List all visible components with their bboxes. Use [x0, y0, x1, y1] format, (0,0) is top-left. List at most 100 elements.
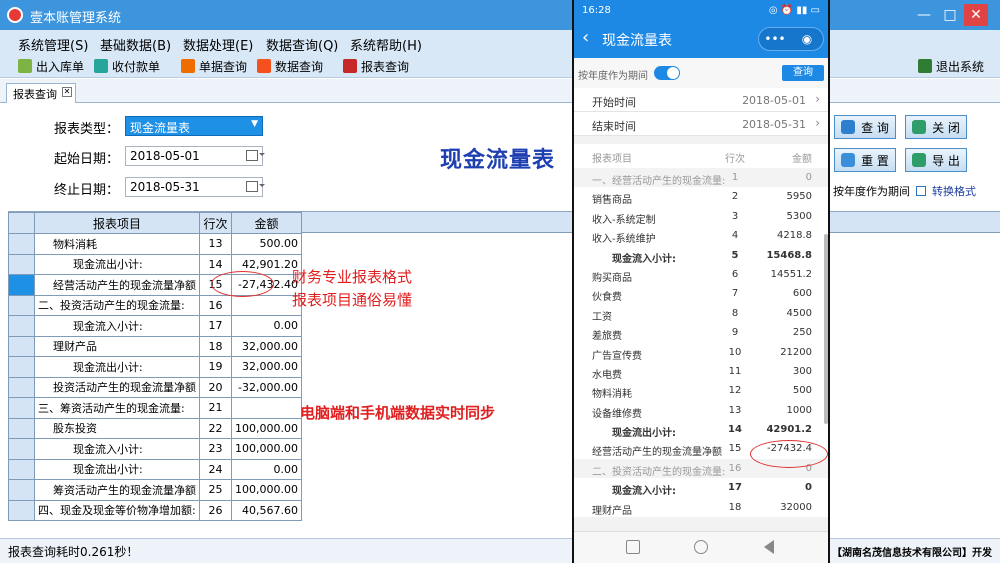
close-window-button[interactable]: ✕	[964, 4, 988, 26]
maximize-button[interactable]: □	[938, 4, 962, 26]
export-button[interactable]: 导 出	[905, 148, 967, 172]
cell-row-no[interactable]: 19	[199, 356, 232, 378]
menu-data-query[interactable]: 数据查询(Q)	[266, 35, 338, 54]
menu-help[interactable]: 系统帮助(H)	[350, 35, 422, 54]
end-date-picker[interactable]: 2018-05-31	[125, 177, 265, 197]
table-row[interactable]: 现金流入小计: 17 0.00	[8, 315, 302, 337]
table-row[interactable]: 现金流出小计: 14 42,901.20	[8, 253, 302, 275]
back-arrow-icon[interactable]: ‹	[582, 27, 589, 48]
cell-amount[interactable]: 500.00	[231, 233, 302, 255]
table-row[interactable]: 物料消耗 13 500.00	[8, 233, 302, 255]
cell-item[interactable]: 现金流入小计:	[34, 438, 200, 460]
minimize-button[interactable]: —	[912, 4, 936, 26]
phone-scrollbar[interactable]	[824, 234, 828, 424]
cell-item[interactable]: 投资活动产生的现金流量净额	[34, 376, 200, 398]
cell-row-no[interactable]: 24	[199, 458, 232, 480]
cell-item[interactable]: 四、现金及现金等价物净增加额:	[34, 499, 200, 521]
inout-order-button[interactable]: 出入库单	[18, 57, 84, 75]
back-icon[interactable]	[764, 540, 774, 554]
header-item[interactable]: 报表项目	[34, 212, 200, 234]
cell-amount[interactable]: 32,000.00	[231, 335, 302, 357]
phone-query-button[interactable]: 查询	[782, 65, 824, 81]
cell-item[interactable]: 理财产品	[34, 335, 200, 357]
table-row[interactable]: 理财产品 18 32,000.00	[8, 335, 302, 357]
cell-amount[interactable]: 32,000.00	[231, 356, 302, 378]
menu-basic-data[interactable]: 基础数据(B)	[100, 35, 171, 54]
home-icon[interactable]	[694, 540, 708, 554]
cell-row-no[interactable]: 17	[199, 315, 232, 337]
header-row-no[interactable]: 行次	[199, 212, 232, 234]
cell-item[interactable]: 物料消耗	[34, 233, 200, 255]
cell-item[interactable]: 现金流出小计:	[34, 253, 200, 275]
cell-item[interactable]: 筹资活动产生的现金流量净额	[34, 479, 200, 501]
cell-amount[interactable]	[231, 294, 302, 316]
phone-list-item[interactable]: 现金流入小计: 17 0	[574, 478, 828, 497]
cell-row-no[interactable]: 16	[199, 294, 232, 316]
cell-item[interactable]: 现金流出小计:	[34, 356, 200, 378]
cell-amount[interactable]: 40,567.60	[231, 499, 302, 521]
switch-format-label[interactable]: 转换格式	[932, 183, 976, 199]
cell-row-no[interactable]: 22	[199, 417, 232, 439]
phone-list-item[interactable]: 现金流出小计: 14 42901.2	[574, 420, 828, 439]
cell-amount[interactable]	[231, 397, 302, 419]
table-row[interactable]: 二、投资活动产生的现金流量: 16	[8, 294, 302, 316]
cell-row-no[interactable]: 23	[199, 438, 232, 460]
cell-row-no[interactable]: 25	[199, 479, 232, 501]
table-row[interactable]: 现金流出小计: 19 32,000.00	[8, 356, 302, 378]
calendar-icon[interactable]	[246, 181, 265, 192]
table-row[interactable]: 投资活动产生的现金流量净额 20 -32,000.00	[8, 376, 302, 398]
phone-list-item[interactable]: 设备维修费 13 1000	[574, 401, 828, 420]
table-row[interactable]: 三、筹资活动产生的现金流量: 21	[8, 397, 302, 419]
payment-order-button[interactable]: 收付款单	[94, 57, 160, 75]
report-type-select[interactable]: 现金流量表 ▼	[125, 116, 263, 136]
menu-data-processing[interactable]: 数据处理(E)	[183, 35, 253, 54]
reset-button[interactable]: 重 置	[834, 148, 896, 172]
year-toggle-switch[interactable]	[654, 66, 680, 80]
table-row[interactable]: 现金流出小计: 24 0.00	[8, 458, 302, 480]
end-time-row[interactable]: 结束时间 2018-05-31 ›	[574, 112, 828, 136]
cell-item[interactable]: 二、投资活动产生的现金流量:	[34, 294, 200, 316]
cell-amount[interactable]: 0.00	[231, 315, 302, 337]
cell-item[interactable]: 三、筹资活动产生的现金流量:	[34, 397, 200, 419]
data-query-button[interactable]: 数据查询	[257, 57, 323, 75]
phone-list-item[interactable]: 物料消耗 12 500	[574, 381, 828, 400]
recent-apps-icon[interactable]	[626, 540, 640, 554]
cell-row-no[interactable]: 26	[199, 499, 232, 521]
tab-report-query[interactable]: 报表查询 ✕	[6, 83, 76, 103]
cell-item[interactable]: 现金流出小计:	[34, 458, 200, 480]
phone-list-item[interactable]: 现金流入小计: 5 15468.8	[574, 246, 828, 265]
start-date-picker[interactable]: 2018-05-01	[125, 146, 265, 166]
document-query-button[interactable]: 单据查询	[181, 57, 247, 75]
cell-item[interactable]: 经营活动产生的现金流量净额	[34, 274, 200, 296]
phone-list-item[interactable]: 理财产品 18 32000	[574, 498, 828, 517]
cell-row-no[interactable]: 18	[199, 335, 232, 357]
cell-item[interactable]: 现金流入小计:	[34, 315, 200, 337]
cell-row-no[interactable]: 13	[199, 233, 232, 255]
phone-list-item[interactable]: 广告宣传费 10 21200	[574, 343, 828, 362]
table-row[interactable]: 筹资活动产生的现金流量净额 25 100,000.00	[8, 479, 302, 501]
cell-row-no[interactable]: 20	[199, 376, 232, 398]
phone-list-item[interactable]: 销售商品 2 5950	[574, 187, 828, 206]
phone-list-item[interactable]: 购买商品 6 14551.2	[574, 265, 828, 284]
calendar-icon[interactable]	[246, 150, 265, 161]
table-row[interactable]: 现金流入小计: 23 100,000.00	[8, 438, 302, 460]
phone-list-item[interactable]: 收入-系统维护 4 4218.8	[574, 226, 828, 245]
menu-system[interactable]: 系统管理(S)	[18, 35, 88, 54]
cell-item[interactable]: 股东投资	[34, 417, 200, 439]
table-row[interactable]: 四、现金及现金等价物净增加额: 26 40,567.60	[8, 499, 302, 521]
table-row[interactable]: 股东投资 22 100,000.00	[8, 417, 302, 439]
cell-row-no[interactable]: 21	[199, 397, 232, 419]
close-button[interactable]: 关 闭	[905, 115, 967, 139]
start-time-row[interactable]: 开始时间 2018-05-01 ›	[574, 88, 828, 112]
query-button[interactable]: 查 询	[834, 115, 896, 139]
phone-list-item[interactable]: 伙食费 7 600	[574, 284, 828, 303]
phone-list-item[interactable]: 一、经营活动产生的现金流量: 1 0	[574, 168, 828, 188]
switch-format-checkbox[interactable]	[916, 186, 926, 196]
phone-list-item[interactable]: 差旅费 9 250	[574, 323, 828, 342]
cell-amount[interactable]: -32,000.00	[231, 376, 302, 398]
phone-list-item[interactable]: 工资 8 4500	[574, 304, 828, 323]
header-amount[interactable]: 金额	[231, 212, 302, 234]
cell-amount[interactable]: 100,000.00	[231, 417, 302, 439]
cell-amount[interactable]: 100,000.00	[231, 438, 302, 460]
tab-close-icon[interactable]: ✕	[62, 87, 72, 97]
